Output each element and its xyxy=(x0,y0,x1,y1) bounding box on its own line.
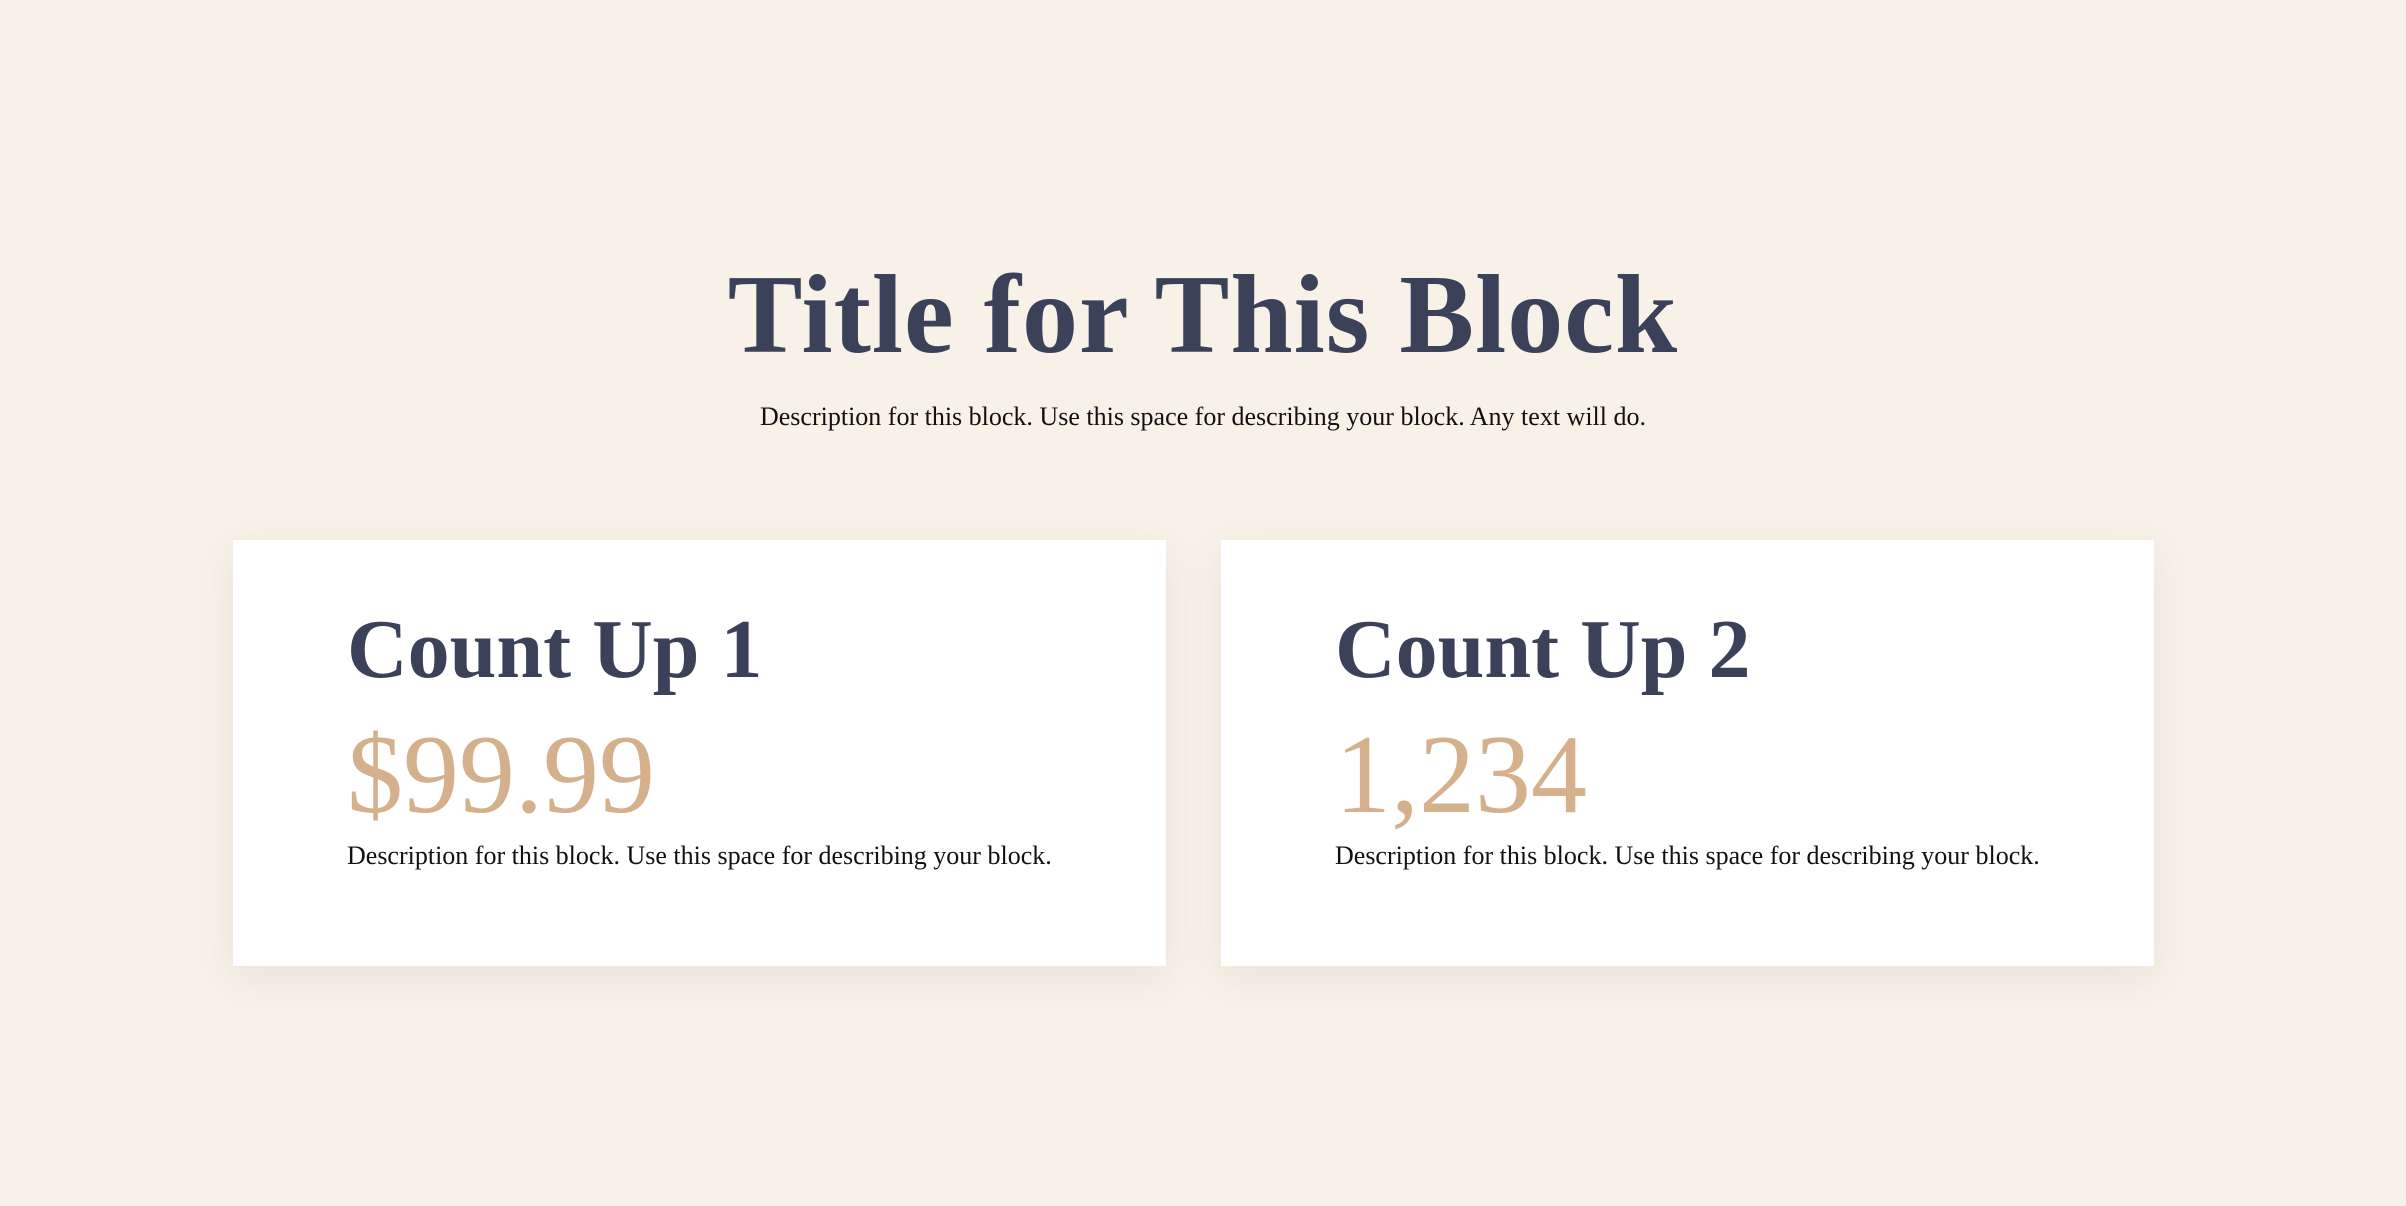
card-description: Description for this block. Use this spa… xyxy=(347,841,1052,870)
card-title: Count Up 2 xyxy=(1335,603,1751,696)
page-description: Description for this block. Use this spa… xyxy=(759,402,1646,431)
page-title: Title for This Block xyxy=(727,253,1679,377)
card-title: Count Up 1 xyxy=(347,603,763,696)
count-up-card-1: Count Up 1 $99.99 Description for this b… xyxy=(233,540,1166,966)
card-description: Description for this block. Use this spa… xyxy=(1335,841,2040,870)
count-up-value: 1,234 xyxy=(1335,713,1587,837)
count-up-value: $99.99 xyxy=(347,713,655,837)
count-up-card-2: Count Up 2 1,234 Description for this bl… xyxy=(1221,540,2154,966)
